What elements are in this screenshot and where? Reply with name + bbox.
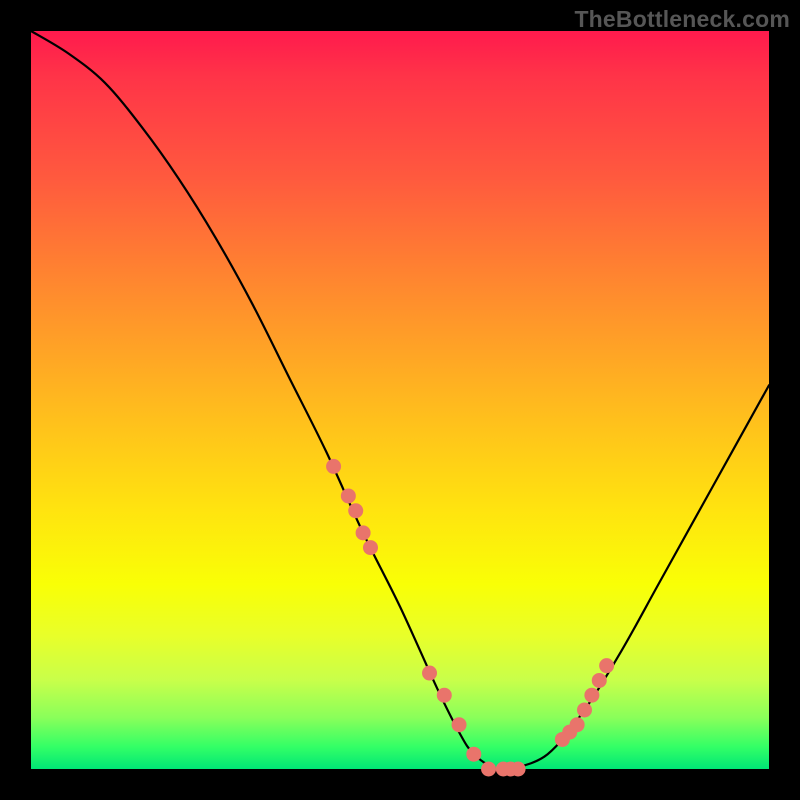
marker-dot <box>577 702 592 717</box>
marker-dot <box>452 717 467 732</box>
plot-area <box>31 31 769 769</box>
marker-dot <box>592 673 607 688</box>
marker-dot <box>348 503 363 518</box>
chart-frame: TheBottleneck.com <box>0 0 800 800</box>
marker-dot <box>481 762 496 777</box>
chart-svg <box>31 31 769 769</box>
watermark-text: TheBottleneck.com <box>574 6 790 33</box>
marker-dot <box>437 688 452 703</box>
marker-dot <box>511 762 526 777</box>
marker-dot <box>356 525 371 540</box>
marker-dot <box>584 688 599 703</box>
marker-dot <box>326 459 341 474</box>
marker-dot <box>570 717 585 732</box>
bottleneck-curve <box>31 31 769 771</box>
marker-dot <box>599 658 614 673</box>
highlight-dots <box>326 459 614 777</box>
marker-dot <box>466 747 481 762</box>
marker-dot <box>422 666 437 681</box>
marker-dot <box>363 540 378 555</box>
marker-dot <box>341 488 356 503</box>
